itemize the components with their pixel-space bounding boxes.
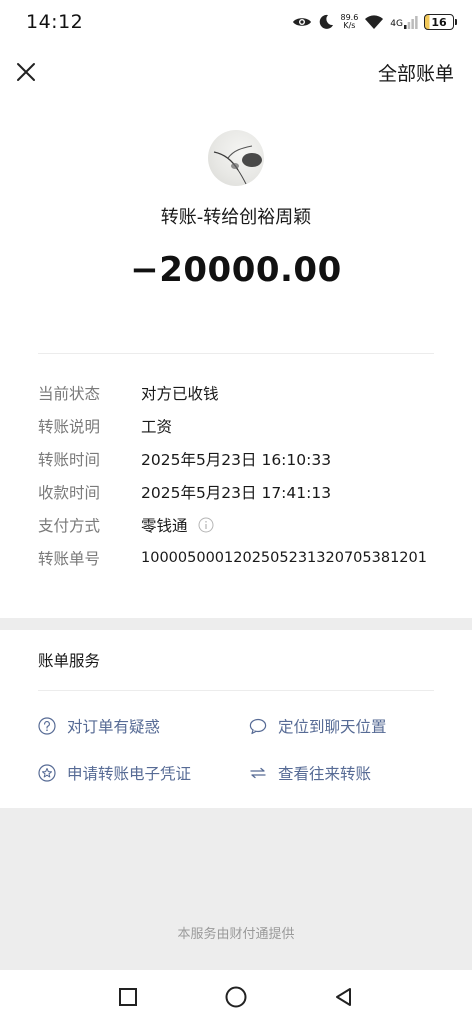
- transfer-card: 转账-转给创裕周颖 −20000.00 当前状态 对方已收钱 转账说明 工资 转…: [0, 100, 472, 618]
- detail-row-status: 当前状态 对方已收钱: [38, 381, 448, 405]
- status-time: 14:12: [26, 11, 84, 33]
- recents-button[interactable]: [113, 982, 143, 1012]
- detail-row-receive-time: 收款时间 2025年5月23日 17:41:13: [38, 480, 448, 504]
- detail-row-note: 转账说明 工资: [38, 414, 448, 438]
- detail-row-payment-method: 支付方式 零钱通: [38, 513, 448, 537]
- divider: [38, 353, 434, 354]
- detail-label: 转账说明: [38, 418, 101, 436]
- detail-row-transfer-time: 转账时间 2025年5月23日 16:10:33: [38, 447, 448, 471]
- order-question-link[interactable]: 对订单有疑惑: [38, 715, 160, 737]
- detail-row-order-number: 转账单号 100005000120250523132070538120​1: [38, 546, 448, 570]
- eye-icon: [292, 15, 312, 29]
- detail-value: 工资: [141, 418, 173, 436]
- home-circle-icon: [225, 986, 247, 1008]
- close-icon: [17, 63, 35, 81]
- link-label: 定位到聊天位置: [278, 718, 387, 736]
- battery-icon: 16: [424, 14, 457, 30]
- moon-icon: [318, 14, 334, 30]
- detail-label: 支付方式: [38, 517, 101, 535]
- transfer-history-link[interactable]: 查看往来转账: [249, 762, 371, 784]
- e-voucher-link[interactable]: 申请转账电子凭证: [38, 762, 191, 784]
- transfer-amount: −20000.00: [130, 250, 342, 290]
- detail-label: 转账单号: [38, 550, 101, 568]
- detail-value: 100005000120250523132070538120​1: [141, 550, 427, 566]
- detail-value: 2025年5月23日 16:10:33: [141, 451, 332, 469]
- star-badge-icon: [38, 764, 56, 782]
- net-speed-unit: K/s: [343, 21, 356, 30]
- net-speed: 89.6 K/s: [340, 14, 358, 30]
- close-button[interactable]: [12, 58, 40, 86]
- avatar: [208, 130, 264, 186]
- link-label: 查看往来转账: [278, 765, 372, 783]
- detail-value: 对方已收钱: [141, 385, 219, 403]
- status-bar: 14:12 89.6 K/s 4G 16: [0, 0, 472, 44]
- wifi-icon: [364, 14, 384, 30]
- signal-icon: 4G: [390, 15, 418, 29]
- link-label: 对订单有疑惑: [67, 718, 161, 736]
- back-triangle-icon: [336, 988, 351, 1006]
- services-title: 账单服务: [38, 652, 101, 670]
- status-icons: 89.6 K/s 4G 16: [292, 14, 457, 30]
- all-bills-button[interactable]: 全部账单: [378, 59, 454, 86]
- chat-bubble-icon: [249, 717, 267, 735]
- network-type: 4G: [390, 19, 403, 29]
- bill-services: 账单服务 对订单有疑惑 定位到聊天位置 申请转账电子凭证 查看往来转账: [0, 630, 472, 808]
- home-button[interactable]: [221, 982, 251, 1012]
- detail-label: 转账时间: [38, 451, 101, 469]
- detail-label: 当前状态: [38, 385, 101, 403]
- question-icon: [38, 717, 56, 735]
- footer-provider-text: 本服务由财付通提供: [177, 927, 295, 942]
- payee-title: 转账-转给创裕周颖: [160, 207, 312, 228]
- detail-value: 2025年5月23日 17:41:13: [141, 484, 332, 502]
- detail-label: 收款时间: [38, 484, 101, 502]
- recents-square-icon: [119, 988, 137, 1006]
- info-icon[interactable]: [198, 517, 214, 533]
- back-button[interactable]: [329, 982, 359, 1012]
- divider: [38, 690, 434, 691]
- system-nav-bar: [0, 970, 472, 1024]
- locate-chat-link[interactable]: 定位到聊天位置: [249, 715, 387, 737]
- swap-arrows-icon: [249, 764, 267, 782]
- battery-level: 16: [431, 15, 447, 29]
- payment-method-value: 零钱通: [141, 517, 188, 535]
- link-label: 申请转账电子凭证: [67, 765, 192, 783]
- top-nav: 全部账单: [0, 44, 472, 100]
- detail-value: 零钱通: [141, 514, 214, 536]
